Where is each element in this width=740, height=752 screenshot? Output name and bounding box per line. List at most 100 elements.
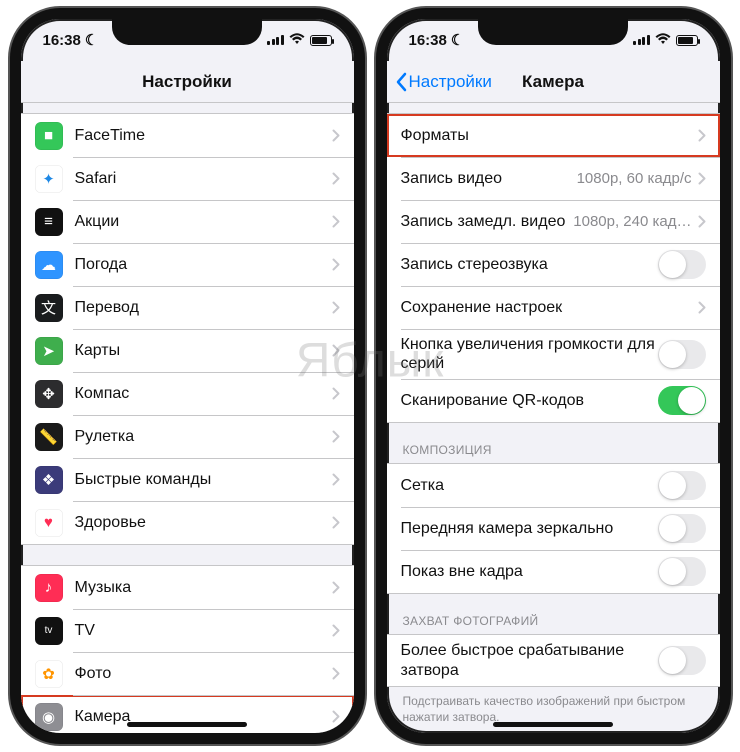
settings-row-камера[interactable]: ◉Камера	[21, 695, 354, 733]
settings-row-перевод[interactable]: 文 Перевод	[21, 286, 354, 329]
chevron-right-icon	[332, 710, 340, 723]
row-label: Сетка	[401, 476, 658, 495]
chevron-right-icon	[698, 301, 706, 314]
dnd-moon-icon: ☾	[451, 31, 464, 49]
app-icon: ♥	[35, 509, 63, 537]
row-label: Музыка	[75, 578, 332, 597]
chevron-right-icon	[332, 516, 340, 529]
row-label: Здоровье	[75, 513, 332, 532]
row-label: Запись стереозвука	[401, 255, 658, 274]
app-icon: ✥	[35, 380, 63, 408]
camera-row-запись-замедл-видео[interactable]: Запись замедл. видео1080p, 240 кад…	[387, 200, 720, 243]
back-button[interactable]: Настройки	[395, 72, 492, 92]
chevron-right-icon	[332, 215, 340, 228]
row-label: Компас	[75, 384, 332, 403]
row-label: Кнопка увеличения громкости для серий	[401, 335, 658, 373]
toggle-switch[interactable]	[658, 514, 706, 543]
app-icon: ☁	[35, 251, 63, 279]
app-icon: ■	[35, 122, 63, 150]
section-header-capture: Захват фотографий	[387, 614, 720, 634]
settings-row-рулетка[interactable]: 📏 Рулетка	[21, 415, 354, 458]
app-icon: ❖	[35, 466, 63, 494]
chevron-right-icon	[698, 215, 706, 228]
row-label: Форматы	[401, 126, 698, 145]
row-label: Перевод	[75, 298, 332, 317]
camera-row-сканирование-qr-кодов[interactable]: Сканирование QR-кодов	[387, 379, 720, 422]
navbar: Настройки Камера	[387, 61, 720, 103]
settings-row-компас[interactable]: ✥ Компас	[21, 372, 354, 415]
status-time: 16:38	[409, 32, 447, 49]
battery-icon	[676, 35, 698, 46]
row-label: Сохранение настроек	[401, 298, 698, 317]
status-time: 16:38	[43, 32, 81, 49]
chevron-right-icon	[332, 581, 340, 594]
camera-row-показ-вне-кадра[interactable]: Показ вне кадра	[387, 550, 720, 593]
row-label: Более быстрое срабатывание затвора	[401, 641, 658, 679]
row-label: TV	[75, 621, 332, 640]
chevron-right-icon	[332, 172, 340, 185]
cellular-icon	[267, 35, 284, 45]
settings-row-фото[interactable]: ✿Фото	[21, 652, 354, 695]
chevron-right-icon	[332, 430, 340, 443]
settings-row-tv[interactable]: tv TV	[21, 609, 354, 652]
chevron-right-icon	[332, 344, 340, 357]
row-label: Карты	[75, 341, 332, 360]
row-label: Погода	[75, 255, 332, 274]
camera-row-запись-стереозвука[interactable]: Запись стереозвука	[387, 243, 720, 286]
chevron-right-icon	[698, 172, 706, 185]
camera-row-форматы[interactable]: Форматы	[387, 114, 720, 157]
settings-row-акции[interactable]: ≡ Акции	[21, 200, 354, 243]
chevron-right-icon	[332, 301, 340, 314]
row-detail: 1080p, 60 кадр/с	[577, 170, 692, 187]
chevron-right-icon	[332, 258, 340, 271]
camera-row-кнопка-увеличения-громкости-для-серий[interactable]: Кнопка увеличения громкости для серий	[387, 329, 720, 379]
dnd-moon-icon: ☾	[85, 31, 98, 49]
settings-row-погода[interactable]: ☁ Погода	[21, 243, 354, 286]
row-label: Safari	[75, 169, 332, 188]
camera-row-передняя-камера-зеркально[interactable]: Передняя камера зеркально	[387, 507, 720, 550]
app-icon: ≡	[35, 208, 63, 236]
toggle-switch[interactable]	[658, 557, 706, 586]
row-label: Запись видео	[401, 169, 577, 188]
row-label: Быстрые команды	[75, 470, 332, 489]
app-icon: ✦	[35, 165, 63, 193]
page-title: Камера	[522, 72, 584, 92]
home-indicator	[493, 722, 613, 727]
app-icon: tv	[35, 617, 63, 645]
app-icon: 📏	[35, 423, 63, 451]
row-label: FaceTime	[75, 126, 332, 145]
row-label: Сканирование QR-кодов	[401, 391, 658, 410]
settings-content[interactable]: ■ FaceTime ✦ Safari ≡ Акции ☁ Погода 文 Перевод ➤ Ка…	[21, 103, 354, 733]
camera-row-сетка[interactable]: Сетка	[387, 464, 720, 507]
page-title: Настройки	[142, 72, 232, 92]
row-label: Рулетка	[75, 427, 332, 446]
toggle-switch[interactable]	[658, 250, 706, 279]
toggle-switch[interactable]	[658, 471, 706, 500]
app-icon: ➤	[35, 337, 63, 365]
camera-row-более-быстрое-срабатывание-затвора[interactable]: Более быстрое срабатывание затвора	[387, 635, 720, 685]
chevron-right-icon	[332, 624, 340, 637]
row-label: Акции	[75, 212, 332, 231]
row-label: Показ вне кадра	[401, 562, 658, 581]
settings-row-здоровье[interactable]: ♥ Здоровье	[21, 501, 354, 544]
toggle-switch[interactable]	[658, 340, 706, 369]
camera-row-сохранение-настроек[interactable]: Сохранение настроек	[387, 286, 720, 329]
camera-row-запись-видео[interactable]: Запись видео1080p, 60 кадр/с	[387, 157, 720, 200]
chevron-right-icon	[332, 473, 340, 486]
settings-row-карты[interactable]: ➤ Карты	[21, 329, 354, 372]
toggle-switch[interactable]	[658, 386, 706, 415]
row-label: Передняя камера зеркально	[401, 519, 658, 538]
settings-row-быстрые-команды[interactable]: ❖ Быстрые команды	[21, 458, 354, 501]
wifi-icon	[655, 32, 671, 49]
row-detail: 1080p, 240 кад…	[573, 213, 691, 230]
toggle-switch[interactable]	[658, 646, 706, 675]
settings-row-facetime[interactable]: ■ FaceTime	[21, 114, 354, 157]
app-icon: 文	[35, 294, 63, 322]
camera-settings-content[interactable]: ФорматыЗапись видео1080p, 60 кадр/сЗапис…	[387, 103, 720, 733]
phone-settings: 16:38 ☾ Настройки ■ FaceTime ✦ Safari ≡ Акции…	[10, 8, 365, 744]
settings-row-safari[interactable]: ✦ Safari	[21, 157, 354, 200]
home-indicator	[127, 722, 247, 727]
phone-camera-settings: 16:38 ☾ Настройки Камера Форматы Запись в…	[376, 8, 731, 744]
settings-row-музыка[interactable]: ♪Музыка	[21, 566, 354, 609]
navbar: Настройки	[21, 61, 354, 103]
